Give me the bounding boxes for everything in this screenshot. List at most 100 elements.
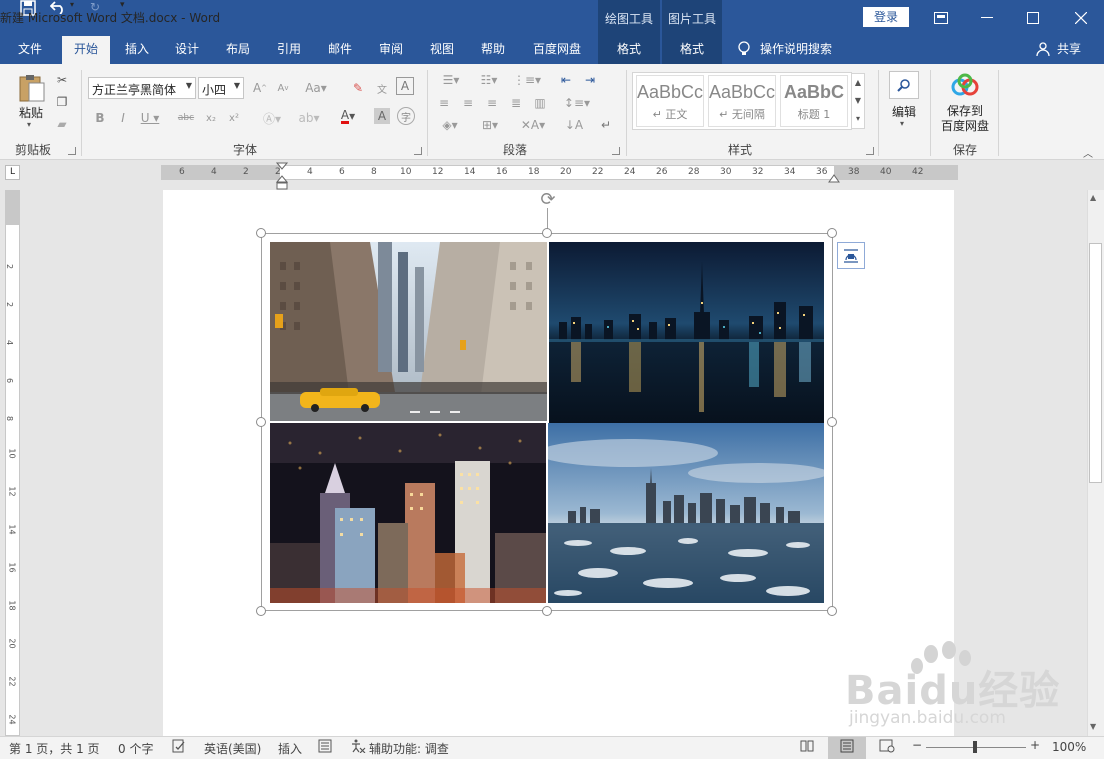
styles-scroll[interactable]: ▲ ▼ ▾ [851,73,865,129]
align-right-icon[interactable]: ≡ [482,93,502,113]
line-spacing-icon[interactable]: ↕≡▾ [562,93,592,113]
increase-indent-icon[interactable]: ⇥ [580,70,600,90]
font-launcher-icon[interactable] [414,147,422,155]
right-indent-marker-icon[interactable] [828,172,840,183]
show-marks-icon[interactable]: ↵ [596,115,616,135]
text-effects-icon[interactable]: Ⓐ▾ [258,108,286,128]
tab-baidu-netdisk[interactable]: 百度网盘 [525,36,589,64]
proofing-icon[interactable] [172,739,186,756]
tab-picture-format[interactable]: 格式 [662,36,722,64]
search-icon[interactable] [889,71,919,99]
accessibility-icon[interactable] [350,739,366,756]
tab-drawing-format[interactable]: 格式 [598,36,660,64]
layout-options-icon[interactable] [837,242,865,269]
shading-icon[interactable]: ◈▾ [434,115,466,135]
resize-handle-right[interactable] [827,417,837,427]
minimize-icon[interactable] [964,0,1010,36]
city-night-aerial-photo[interactable] [270,423,546,603]
tab-help[interactable]: 帮助 [472,36,514,64]
scroll-up-icon[interactable]: ▲ [1090,193,1096,202]
tab-review[interactable]: 审阅 [370,36,412,64]
tab-insert[interactable]: 插入 [116,36,158,64]
tab-mailings[interactable]: 邮件 [319,36,361,64]
font-name-select[interactable]: 方正兰亭黑简体 ▼ [88,77,196,99]
tab-layout[interactable]: 布局 [217,36,259,64]
undo-dropdown-icon[interactable]: ▾ [70,0,80,9]
resize-handle-top[interactable] [542,228,552,238]
italic-icon[interactable]: I [113,108,133,128]
language-status[interactable]: 英语(美国) [204,740,261,757]
character-shading-icon[interactable]: A [374,108,390,124]
tab-references[interactable]: 引用 [268,36,310,64]
rotate-handle-icon[interactable]: ⟳ [537,189,559,211]
resize-handle-left[interactable] [256,417,266,427]
highlight-color-icon[interactable]: ab▾ [294,108,324,128]
baidu-netdisk-icon[interactable] [950,73,980,99]
skyline-ice-water-photo[interactable] [548,423,824,603]
clear-formatting-icon[interactable]: ✎ [348,78,368,98]
night-skyline-reflection-photo[interactable] [549,242,824,423]
enclose-characters-icon[interactable]: 字 [397,107,415,125]
print-layout-icon[interactable] [840,739,854,756]
bold-icon[interactable]: B [90,108,110,128]
save-to-baidu-button[interactable]: 保存到 百度网盘 [936,104,994,134]
login-button[interactable]: 登录 [863,7,909,27]
strikethrough-icon[interactable]: abc [176,108,196,128]
tab-view[interactable]: 视图 [421,36,463,64]
indent-marker-icon[interactable] [275,162,289,190]
change-case-icon[interactable]: Aa▾ [303,78,329,98]
font-color-icon[interactable]: A ▾ [334,106,362,126]
styles-launcher-icon[interactable] [866,147,874,155]
zoom-out-icon[interactable]: − [912,738,922,752]
insert-mode[interactable]: 插入 [278,740,302,757]
zoom-slider-thumb[interactable] [973,741,977,753]
chinese-layout-icon[interactable]: ✕A▾ [516,115,550,135]
resize-handle-bottom-right[interactable] [827,606,837,616]
scroll-down-icon[interactable]: ▼ [1090,722,1096,731]
macro-record-icon[interactable] [318,739,332,756]
character-border-icon[interactable]: A [396,77,414,95]
tab-design[interactable]: 设计 [166,36,208,64]
sort-icon[interactable]: ↓A [564,115,584,135]
align-left-icon[interactable]: ≡ [434,93,454,113]
tab-selector-icon[interactable]: L [5,165,20,180]
resize-handle-top-right[interactable] [827,228,837,238]
align-center-icon[interactable]: ≡ [458,93,478,113]
phonetic-guide-icon[interactable]: 文 [372,78,392,98]
distributed-icon[interactable]: ▥ [530,93,550,113]
close-icon[interactable] [1058,0,1104,36]
paste-button[interactable]: 粘贴 [16,104,46,121]
style-normal[interactable]: AaBbCcDc ↵ 正文 [636,75,704,127]
tab-file[interactable]: 文件 [8,36,52,64]
borders-icon[interactable]: ⊞▾ [474,115,506,135]
decrease-indent-icon[interactable]: ⇤ [556,70,576,90]
resize-handle-top-left[interactable] [256,228,266,238]
zoom-in-icon[interactable]: + [1030,738,1040,752]
shrink-font-icon[interactable]: Av [273,78,293,98]
paste-icon[interactable] [17,73,47,103]
cut-icon[interactable]: ✂ [52,70,72,90]
ribbon-display-icon[interactable] [918,0,964,36]
font-size-select[interactable]: 小四 ▼ [198,77,244,99]
grow-font-icon[interactable]: A ^ [250,78,270,98]
underline-icon[interactable]: U ▾ [136,108,164,128]
style-no-spacing[interactable]: AaBbCcDc ↵ 无间隔 [708,75,776,127]
web-layout-icon[interactable] [879,739,895,756]
maximize-icon[interactable] [1010,0,1056,36]
justify-icon[interactable]: ≣ [506,93,526,113]
word-count[interactable]: 0 个字 [118,740,153,757]
zoom-level[interactable]: 100% [1052,740,1086,754]
scrollbar-thumb[interactable] [1089,243,1102,483]
tab-home[interactable]: 开始 [62,36,110,65]
paragraph-launcher-icon[interactable] [612,147,620,155]
tell-me-search[interactable]: 操作说明搜索 [760,36,844,64]
accessibility-status[interactable]: 辅助功能: 调查 [369,740,449,757]
share-button[interactable]: 共享 [1052,36,1086,64]
multilevel-list-icon[interactable]: ⋮≡▾ [510,70,544,90]
resize-handle-bottom-left[interactable] [256,606,266,616]
city-street-photo[interactable] [270,242,547,421]
superscript-icon[interactable]: x² [224,108,244,128]
copy-icon[interactable]: ❐ [52,92,72,112]
editing-button[interactable]: 编辑 [884,103,924,120]
style-heading1[interactable]: AaBbC 标题 1 [780,75,848,127]
